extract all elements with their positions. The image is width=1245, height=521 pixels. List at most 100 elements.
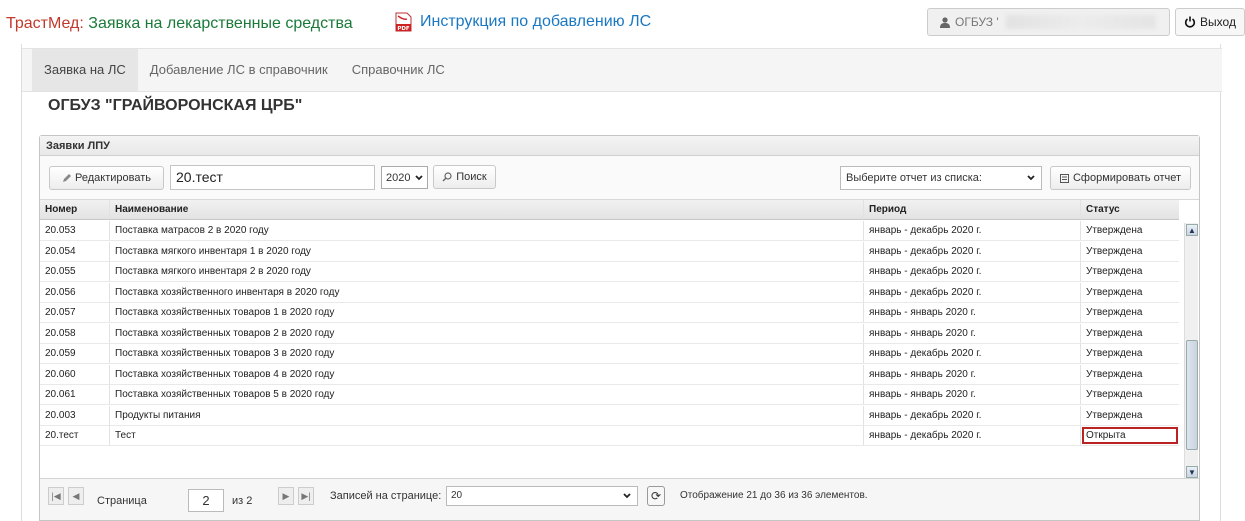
cell-status: Утверждена <box>1086 245 1143 257</box>
search-icon <box>442 172 452 182</box>
pencil-icon <box>63 173 71 182</box>
table-row[interactable]: 20.тест Тест январь - декабрь 2020 г. Откры… <box>40 426 1179 446</box>
cell-number: 20.060 <box>40 364 110 384</box>
last-page-icon[interactable]: ▶| <box>298 487 314 505</box>
cell-number: 20.тест <box>40 426 110 445</box>
page-number-input[interactable]: 2 <box>188 489 224 512</box>
search-button[interactable]: Поиск <box>433 165 496 189</box>
logout-label: Выход <box>1200 15 1236 29</box>
tab-requests[interactable]: Заявка на ЛС <box>32 49 138 91</box>
cell-name: Поставка хозяйственного инвентаря в 2020… <box>110 282 864 302</box>
cell-name: Поставка мягкого инвентаря 2 в 2020 году <box>110 262 864 281</box>
cell-period: январь - декабрь 2020 г. <box>864 344 1081 363</box>
edit-button[interactable]: Редактировать <box>49 166 164 190</box>
pagination-bar: |◀ ◀ Страница 2 из 2 ▶ ▶| Записей на стр… <box>40 478 1199 520</box>
table-row[interactable]: 20.055 Поставка мягкого инвентаря 2 в 202… <box>40 262 1179 282</box>
tab-bar: Заявка на ЛС Добавление ЛС в справочник … <box>22 48 1222 92</box>
cell-number: 20.055 <box>40 262 110 281</box>
cell-name: Поставка матрасов 2 в 2020 году <box>110 221 864 240</box>
cell-number: 20.056 <box>40 282 110 302</box>
cell-number: 20.053 <box>40 221 110 240</box>
cell-number: 20.057 <box>40 303 110 322</box>
scroll-thumb[interactable] <box>1186 340 1198 450</box>
scroll-up-icon[interactable]: ▲ <box>1186 224 1198 236</box>
cell-period: январь - декабрь 2020 г. <box>864 262 1081 281</box>
requests-panel: Заявки ЛПУ Редактировать 20.тест 2020 По… <box>39 135 1200 521</box>
year-select[interactable]: 2020 <box>381 166 428 189</box>
power-icon <box>1185 16 1196 28</box>
refresh-icon[interactable]: ⟳ <box>647 486 665 506</box>
display-info: Отображение 21 до 36 из 36 элементов. <box>680 490 868 501</box>
search-input[interactable]: 20.тест <box>170 165 375 190</box>
generate-report-button[interactable]: Сформировать отчет <box>1050 166 1191 190</box>
chevron-down-icon <box>415 174 424 180</box>
generate-report-label: Сформировать отчет <box>1072 172 1182 184</box>
page-count: из 2 <box>232 495 253 507</box>
scroll-down-icon[interactable]: ▼ <box>1186 466 1198 478</box>
cell-status: Утверждена <box>1086 368 1143 380</box>
instruction-link[interactable]: PDF Инструкция по добавлению ЛС <box>395 12 651 32</box>
cell-period: январь - январь 2020 г. <box>864 323 1081 343</box>
cell-status: Утверждена <box>1086 327 1143 339</box>
cell-name: Поставка хозяйственных товаров 3 в 2020 … <box>110 344 864 363</box>
cell-status: Утверждена <box>1086 389 1143 400</box>
per-page-value: 20 <box>451 490 463 501</box>
cell-period: январь - январь 2020 г. <box>864 364 1081 384</box>
table-row[interactable]: 20.054 Поставка мягкого инвентаря 1 в 202… <box>40 241 1179 262</box>
cell-status: Открыта <box>1081 426 1179 445</box>
redacted-user-name <box>1005 15 1156 29</box>
cell-name: Поставка мягкого инвентаря 1 в 2020 году <box>110 241 864 261</box>
report-select-placeholder: Выберите отчет из списка: <box>846 172 982 184</box>
page-title: ОГБУЗ "ГРАЙВОРОНСКАЯ ЦРБ" <box>48 97 303 114</box>
pdf-icon: PDF <box>395 12 412 32</box>
tab-add-drug[interactable]: Добавление ЛС в справочник <box>138 49 340 91</box>
cell-number: 20.058 <box>40 323 110 343</box>
cell-name: Поставка хозяйственных товаров 5 в 2020 … <box>110 385 864 404</box>
table-row[interactable]: 20.060 Поставка хозяйственных товаров 4 в… <box>40 364 1179 385</box>
tab-drug-directory[interactable]: Справочник ЛС <box>340 49 457 91</box>
cell-name: Продукты питания <box>110 405 864 425</box>
table-row[interactable]: 20.003 Продукты питания январь - декабрь 2… <box>40 405 1179 426</box>
table-row[interactable]: 20.056 Поставка хозяйственного инвентаря … <box>40 282 1179 303</box>
table-row[interactable]: 20.061 Поставка хозяйственных товаров 5 в… <box>40 385 1179 405</box>
pdf-badge-text: PDF <box>397 26 410 32</box>
cell-period: январь - декабрь 2020 г. <box>864 405 1081 425</box>
cell-period: январь - декабрь 2020 г. <box>864 241 1081 261</box>
report-icon <box>1059 173 1069 183</box>
table-row[interactable]: 20.058 Поставка хозяйственных товаров 2 в… <box>40 323 1179 344</box>
first-page-icon[interactable]: |◀ <box>48 487 64 505</box>
column-header-status[interactable]: Статус <box>1081 200 1179 219</box>
table-row[interactable]: 20.053 Поставка матрасов 2 в 2020 году янв… <box>40 221 1179 241</box>
cell-number: 20.061 <box>40 385 110 404</box>
toolbar: Редактировать 20.тест 2020 Поиск Выберит… <box>40 156 1199 200</box>
cell-status: Утверждена <box>1086 348 1143 359</box>
report-select[interactable]: Выберите отчет из списка: <box>840 166 1042 190</box>
prev-page-icon[interactable]: ◀ <box>68 487 84 505</box>
next-page-icon[interactable]: ▶ <box>278 487 294 505</box>
cell-period: январь - декабрь 2020 г. <box>864 221 1081 240</box>
cell-number: 20.054 <box>40 241 110 261</box>
year-value: 2020 <box>386 171 411 184</box>
cell-status: Утверждена <box>1086 266 1143 277</box>
cell-name: Поставка хозяйственных товаров 1 в 2020 … <box>110 303 864 322</box>
user-menu[interactable]: ОГБУЗ ' <box>927 8 1170 36</box>
table-row[interactable]: 20.059 Поставка хозяйственных товаров 3 в… <box>40 344 1179 364</box>
page-label: Страница <box>97 495 147 507</box>
column-header-number[interactable]: Номер <box>40 200 110 219</box>
cell-status: Утверждена <box>1086 286 1143 298</box>
column-header-period[interactable]: Период <box>864 200 1081 219</box>
per-page-select[interactable]: 20 <box>446 486 638 506</box>
table-row[interactable]: 20.057 Поставка хозяйственных товаров 1 в… <box>40 303 1179 323</box>
table-scrollbar[interactable]: ▲ ▼ <box>1184 223 1198 481</box>
table-header: Номер Наименование Период Статус <box>40 200 1179 220</box>
cell-status: Утверждена <box>1086 307 1143 318</box>
main-content: Заявка на ЛС Добавление ЛС в справочник … <box>21 44 1222 521</box>
chevron-down-icon <box>623 493 631 499</box>
cell-name: Поставка хозяйственных товаров 4 в 2020 … <box>110 364 864 384</box>
cell-number: 20.059 <box>40 344 110 363</box>
app-title: ТрастМед: Заявка на лекарственные средст… <box>6 15 353 33</box>
brand-name: ТрастМед: <box>6 15 84 32</box>
column-header-name[interactable]: Наименование <box>110 200 864 219</box>
edit-button-label: Редактировать <box>75 172 151 184</box>
logout-button[interactable]: Выход <box>1175 8 1245 36</box>
